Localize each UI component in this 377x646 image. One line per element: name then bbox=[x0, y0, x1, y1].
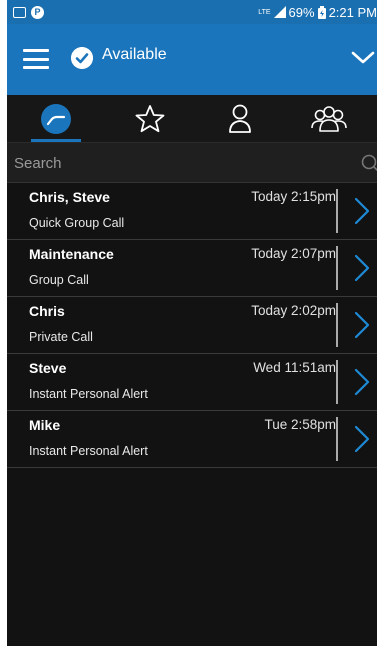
call-time: Today 2:07pm bbox=[251, 246, 336, 261]
call-time: Tue 2:58pm bbox=[264, 417, 336, 432]
menu-icon-line bbox=[23, 66, 49, 69]
contact-name: Steve bbox=[29, 360, 67, 376]
chevron-right-icon[interactable] bbox=[354, 368, 370, 396]
status-bar: P LTE 69% 2:21 PM bbox=[7, 0, 377, 24]
call-history-row[interactable]: Steve Instant Personal Alert Wed 11:51am bbox=[7, 354, 377, 411]
tab-groups[interactable] bbox=[299, 95, 359, 143]
call-type: Private Call bbox=[29, 330, 93, 344]
contact-name: Chris, Steve bbox=[29, 189, 110, 205]
tab-indicator bbox=[31, 139, 81, 142]
row-divider bbox=[336, 246, 338, 290]
status-notifications: P bbox=[13, 5, 44, 19]
row-divider bbox=[336, 303, 338, 347]
row-divider bbox=[336, 417, 338, 461]
call-type: Quick Group Call bbox=[29, 216, 125, 230]
call-history-row[interactable]: Chris Private Call Today 2:02pm bbox=[7, 297, 377, 354]
call-history-list: Chris, Steve Quick Group Call Today 2:15… bbox=[7, 183, 377, 468]
call-time: Today 2:15pm bbox=[251, 189, 336, 204]
contact-name: Chris bbox=[29, 303, 65, 319]
parking-notification-icon: P bbox=[31, 5, 44, 19]
contact-name: Maintenance bbox=[29, 246, 114, 262]
chevron-down-icon[interactable] bbox=[351, 51, 375, 65]
status-right: LTE 69% 2:21 PM bbox=[258, 5, 377, 20]
tab-contacts[interactable] bbox=[210, 95, 270, 143]
signal-icon bbox=[273, 6, 286, 18]
history-icon bbox=[41, 104, 71, 134]
battery-percent: 69% bbox=[288, 4, 315, 20]
group-icon bbox=[311, 106, 347, 132]
call-type: Instant Personal Alert bbox=[29, 387, 148, 401]
chevron-right-icon[interactable] bbox=[354, 311, 370, 339]
call-time: Today 2:02pm bbox=[251, 303, 336, 318]
presence-check-icon[interactable] bbox=[71, 47, 93, 69]
search-icon[interactable] bbox=[361, 154, 377, 174]
call-history-row[interactable]: Mike Instant Personal Alert Tue 2:58pm bbox=[7, 411, 377, 468]
menu-icon-line bbox=[23, 49, 49, 52]
lte-label: LTE bbox=[258, 8, 271, 16]
battery-icon bbox=[317, 5, 326, 19]
menu-button[interactable] bbox=[23, 49, 49, 69]
call-type: Group Call bbox=[29, 273, 89, 287]
clock: 2:21 PM bbox=[328, 4, 377, 20]
app-bar: Available bbox=[7, 24, 377, 95]
search-input[interactable] bbox=[7, 143, 347, 183]
chevron-right-icon[interactable] bbox=[354, 425, 370, 453]
row-divider bbox=[336, 360, 338, 404]
call-time: Wed 11:51am bbox=[253, 360, 336, 375]
image-notification-icon bbox=[13, 6, 26, 18]
tab-bar bbox=[7, 95, 377, 143]
contact-name: Mike bbox=[29, 417, 61, 433]
presence-label[interactable]: Available bbox=[102, 46, 167, 64]
menu-icon-line bbox=[23, 57, 49, 61]
phone-frame: P LTE 69% 2:21 PM Available Search Chris… bbox=[7, 0, 377, 646]
chevron-right-icon[interactable] bbox=[354, 254, 370, 282]
tab-recent[interactable] bbox=[26, 95, 86, 143]
call-history-row[interactable]: Maintenance Group Call Today 2:07pm bbox=[7, 240, 377, 297]
call-type: Instant Personal Alert bbox=[29, 444, 148, 458]
person-icon bbox=[229, 104, 251, 133]
screen: P LTE 69% 2:21 PM Available Search Chris… bbox=[0, 0, 377, 646]
star-icon bbox=[135, 105, 165, 133]
tab-favorites[interactable] bbox=[120, 95, 180, 143]
row-divider bbox=[336, 189, 338, 233]
call-history-row[interactable]: Chris, Steve Quick Group Call Today 2:15… bbox=[7, 183, 377, 240]
search-bar bbox=[7, 143, 377, 183]
chevron-right-icon[interactable] bbox=[354, 197, 370, 225]
